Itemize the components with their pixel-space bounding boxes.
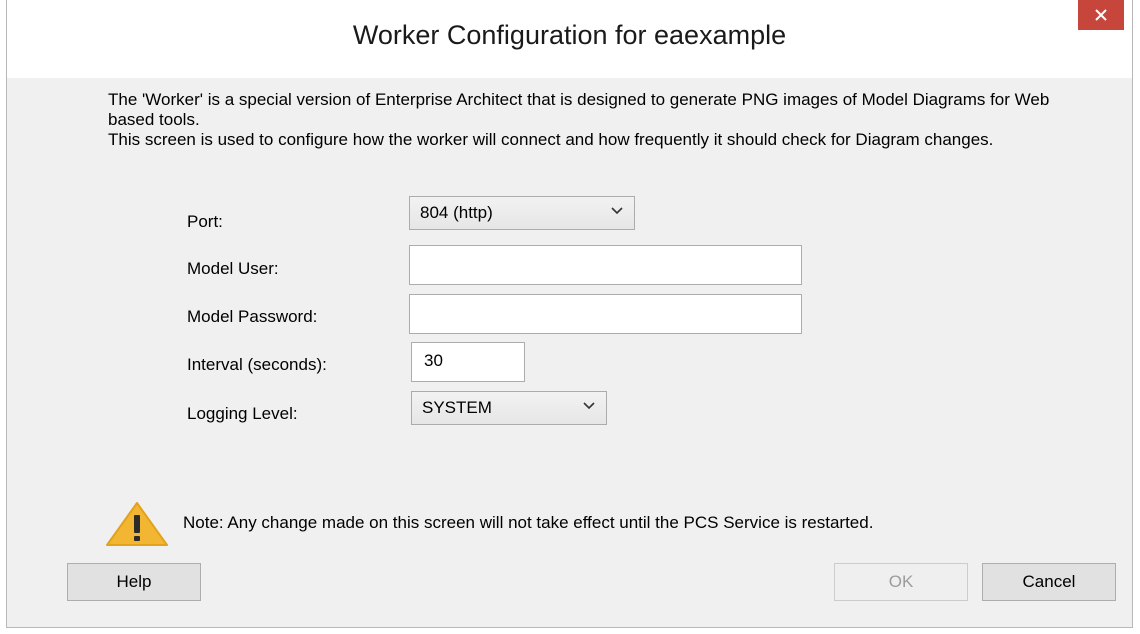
interval-label: Interval (seconds): xyxy=(187,355,327,374)
close-icon xyxy=(1095,9,1107,21)
chevron-down-icon xyxy=(583,402,595,410)
title-bar: Worker Configuration for eaexample xyxy=(7,0,1132,78)
logging-level-label: Logging Level: xyxy=(187,404,298,423)
logging-level-select[interactable]: SYSTEM xyxy=(411,391,607,425)
help-button[interactable]: Help xyxy=(67,563,201,601)
model-password-field[interactable] xyxy=(409,294,802,334)
model-user-field[interactable] xyxy=(409,245,802,285)
ok-button[interactable]: OK xyxy=(834,563,968,601)
interval-value: 30 xyxy=(424,351,443,370)
description: The 'Worker' is a special version of Ent… xyxy=(108,90,1068,150)
model-password-label: Model Password: xyxy=(187,307,318,326)
interval-field[interactable]: 30 xyxy=(411,342,525,382)
cancel-button[interactable]: Cancel xyxy=(982,563,1116,601)
note-text: Note: Any change made on this screen wil… xyxy=(183,513,874,532)
description-line-1: The 'Worker' is a special version of Ent… xyxy=(108,90,1050,129)
port-select[interactable]: 804 (http) xyxy=(409,196,635,230)
port-label: Port: xyxy=(187,212,223,231)
dialog-title: Worker Configuration for eaexample xyxy=(352,20,787,50)
close-button[interactable] xyxy=(1078,0,1124,30)
chevron-down-icon xyxy=(611,207,623,215)
model-user-label: Model User: xyxy=(187,259,279,278)
warning-icon xyxy=(106,502,168,546)
description-line-2: This screen is used to configure how the… xyxy=(108,130,994,149)
port-select-value: 804 (http) xyxy=(420,203,493,222)
logging-level-value: SYSTEM xyxy=(422,398,492,417)
dialog-window: Worker Configuration for eaexample The '… xyxy=(6,0,1133,628)
